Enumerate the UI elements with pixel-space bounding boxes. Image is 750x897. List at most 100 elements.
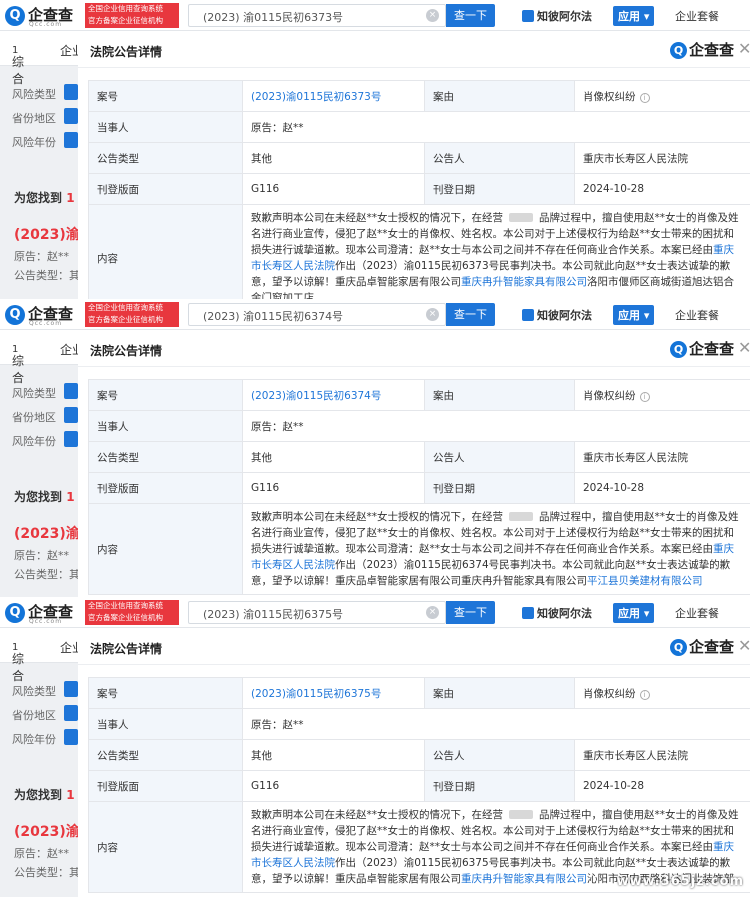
filter-province[interactable]: 省份地区: [12, 110, 56, 126]
case-no-link[interactable]: (2023)渝0115民初6373号: [251, 91, 381, 103]
cause-text: 肖像权纠纷: [583, 389, 636, 402]
logo-mark-icon: Q: [670, 639, 687, 656]
case-no-link[interactable]: (2023)渝0115民初6375号: [251, 688, 381, 700]
slogan-line-2: 官方备案企业征信机构: [88, 315, 163, 324]
nav-ip-link[interactable]: 知彼阿尔法: [522, 307, 592, 323]
nav-enterprise-link[interactable]: 企业套餐: [675, 307, 719, 323]
filter-province[interactable]: 省份地区: [12, 707, 56, 723]
filter-chip[interactable]: [64, 705, 78, 721]
logo-mark-icon: Q: [5, 305, 25, 325]
nav-enterprise-link[interactable]: 企业套餐: [675, 605, 719, 621]
redacted-brand: [509, 810, 533, 819]
search-query: (2023) 渝0115民初6373号: [203, 11, 344, 24]
notice-type-value: 其他: [242, 739, 425, 771]
logo-mark-icon: Q: [670, 42, 687, 59]
table-row: 公告类型 其他 公告人 重庆市长寿区人民法院: [88, 739, 750, 771]
nav-ip-link[interactable]: 知彼阿尔法: [522, 605, 592, 621]
top-bar: Q 企查查 Qcc.com 全国企业信用查询系统 官方备案企业征信机构 (202…: [0, 299, 750, 330]
tab-all[interactable]: 综合 1: [12, 639, 24, 683]
date-value: 2024-10-28: [574, 472, 750, 504]
label-cause: 案由: [424, 677, 575, 709]
cause-value: 肖像权纠纷 i: [574, 80, 750, 112]
label-content: 内容: [88, 204, 243, 300]
clear-icon[interactable]: ×: [426, 308, 439, 321]
company-link[interactable]: 平江县贝美建材有限公司: [587, 575, 703, 587]
slogan-line-1: 全国企业信用查询系统: [88, 601, 163, 610]
label-content: 内容: [88, 801, 243, 893]
dialog-title: 法院公告详情: [90, 45, 163, 59]
filter-year[interactable]: 风险年份: [12, 433, 56, 449]
filter-risk-type[interactable]: 风险类型: [12, 385, 56, 401]
table-row: 案号 (2023)渝0115民初6375号 案由 肖像权纠纷 i: [88, 677, 750, 709]
filter-year[interactable]: 风险年份: [12, 731, 56, 747]
label-notice-type: 公告类型: [88, 739, 243, 771]
close-icon[interactable]: ✕: [738, 39, 750, 58]
notice-detail-table: 案号 (2023)渝0115民初6373号 案由 肖像权纠纷 i 当事人 原告：赵…: [88, 80, 750, 300]
content-part-a: 致歉声明本公司在未经赵**女士授权的情况下，在经营: [251, 212, 503, 224]
info-icon[interactable]: i: [639, 391, 650, 402]
filter-chip[interactable]: [64, 407, 78, 423]
table-row: 案号 (2023)渝0115民初6373号 案由 肖像权纠纷 i: [88, 80, 750, 112]
screenshot-strip: Q 企查查 Qcc.com 全国企业信用查询系统 官方备案企业征信机构 (202…: [0, 0, 750, 300]
party-value: 原告：赵**: [242, 410, 750, 442]
dialog-logo-text: 企查查: [689, 638, 735, 656]
search-button[interactable]: 查一下: [446, 601, 495, 624]
search-button[interactable]: 查一下: [446, 303, 495, 326]
cause-value: 肖像权纠纷 i: [574, 379, 750, 411]
announcer-value: 重庆市长寿区人民法院: [574, 441, 750, 473]
filter-chip[interactable]: [64, 729, 78, 745]
table-row: 刊登版面 G116 刊登日期 2024-10-28: [88, 770, 750, 802]
filter-chip[interactable]: [64, 84, 78, 100]
nav-apps-button[interactable]: 应用 ▾: [613, 603, 655, 623]
filter-chip[interactable]: [64, 132, 78, 148]
logo-mark-icon: Q: [670, 341, 687, 358]
filter-chip[interactable]: [64, 681, 78, 697]
site-logo[interactable]: Q 企查查 Qcc.com: [5, 601, 81, 625]
site-logo[interactable]: Q 企查查 Qcc.com: [5, 303, 81, 327]
nav-ip-link[interactable]: 知彼阿尔法: [522, 8, 592, 24]
content-value: 致歉声明本公司在未经赵**女士授权的情况下，在经营 品牌过程中，擅自使用赵**女士…: [242, 503, 750, 595]
search-button[interactable]: 查一下: [446, 4, 495, 27]
info-icon[interactable]: i: [639, 92, 650, 103]
clear-icon[interactable]: ×: [426, 606, 439, 619]
close-icon[interactable]: ✕: [738, 636, 750, 655]
clear-icon[interactable]: ×: [426, 9, 439, 22]
site-logo[interactable]: Q 企查查 Qcc.com: [5, 4, 81, 28]
slogan-line-2: 官方备案企业征信机构: [88, 16, 163, 25]
tab-all[interactable]: 综合 1: [12, 42, 24, 86]
filter-province[interactable]: 省份地区: [12, 409, 56, 425]
search-query: (2023) 渝0115民初6374号: [203, 310, 344, 323]
slogan-line-1: 全国企业信用查询系统: [88, 303, 163, 312]
court-notice-dialog: 法院公告详情 Q 企查查 ✕ 案号 (2023)渝0115民初6375号 案由 肖…: [78, 628, 750, 897]
filter-risk-type[interactable]: 风险类型: [12, 86, 56, 102]
nav-enterprise-link[interactable]: 企业套餐: [675, 8, 719, 24]
info-icon[interactable]: i: [639, 689, 650, 700]
nav-apps-label: 应用: [618, 607, 640, 620]
slogan-line-2: 官方备案企业征信机构: [88, 613, 163, 622]
search-input[interactable]: (2023) 渝0115民初6374号 ×: [188, 303, 446, 326]
label-cause: 案由: [424, 80, 575, 112]
slogan-line-1: 全国企业信用查询系统: [88, 4, 163, 13]
filter-year[interactable]: 风险年份: [12, 134, 56, 150]
found-count: 1: [66, 191, 75, 205]
screenshot-strip: Q 企查查 Qcc.com 全国企业信用查询系统 官方备案企业征信机构 (202…: [0, 299, 750, 599]
label-case-no: 案号: [88, 80, 243, 112]
filter-chip[interactable]: [64, 383, 78, 399]
alpha-icon: [522, 10, 534, 22]
nav-apps-label: 应用: [618, 309, 640, 322]
case-no-link[interactable]: (2023)渝0115民初6374号: [251, 390, 381, 402]
watermark: www.365jz.com: [616, 874, 744, 889]
filter-chip[interactable]: [64, 108, 78, 124]
company-link[interactable]: 重庆冉升智能家具有限公司: [461, 276, 587, 288]
tab-all-label: 综合: [12, 55, 25, 86]
search-input[interactable]: (2023) 渝0115民初6375号 ×: [188, 601, 446, 624]
company-link[interactable]: 重庆冉升智能家具有限公司: [461, 873, 587, 885]
search-input[interactable]: (2023) 渝0115民初6373号 ×: [188, 4, 446, 27]
edition-value: G116: [242, 472, 425, 504]
filter-risk-type[interactable]: 风险类型: [12, 683, 56, 699]
nav-apps-button[interactable]: 应用 ▾: [613, 6, 655, 26]
close-icon[interactable]: ✕: [738, 338, 750, 357]
tab-all[interactable]: 综合 1: [12, 341, 24, 385]
filter-chip[interactable]: [64, 431, 78, 447]
nav-apps-button[interactable]: 应用 ▾: [613, 305, 655, 325]
